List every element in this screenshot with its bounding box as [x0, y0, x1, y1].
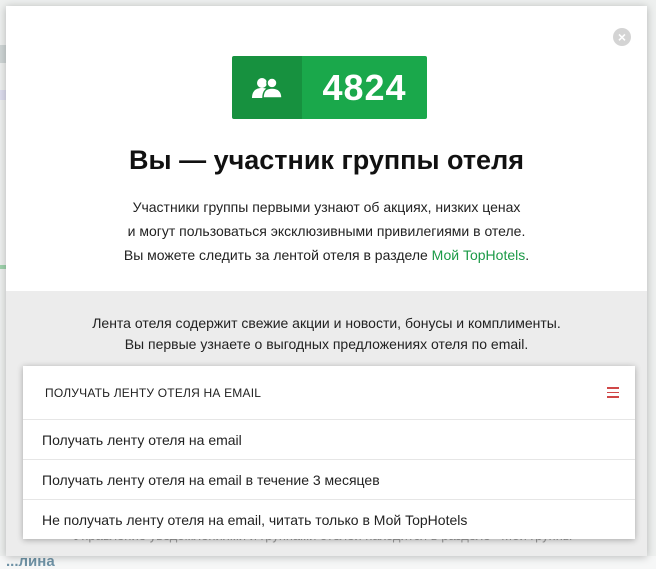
group-users-icon-svg [252, 76, 283, 99]
description-line: Участники группы первыми узнают об акция… [132, 199, 521, 215]
close-icon[interactable]: × [613, 28, 631, 46]
feed-info-line: Лента отеля содержит свежие акции и ново… [92, 315, 561, 331]
dropdown-header-label: ПОЛУЧАТЬ ЛЕНТУ ОТЕЛЯ НА EMAIL [45, 385, 262, 400]
feed-info-text: Лента отеля содержит свежие акции и ново… [6, 313, 647, 355]
modal-description: Участники группы первыми узнают об акция… [6, 195, 647, 267]
description-suffix: . [525, 247, 530, 263]
member-counter: 4824 [232, 56, 427, 119]
description-line: и могут пользоваться эксклюзивными приви… [127, 223, 526, 239]
member-count: 4824 [302, 56, 427, 119]
dropdown-option[interactable]: Не получать ленту отеля на email, читать… [23, 499, 635, 539]
description-line: Вы можете следить за лентой отеля в разд… [6, 243, 647, 267]
dropdown-option[interactable]: Получать ленту отеля на email [23, 419, 635, 459]
group-users-icon [232, 56, 302, 119]
dropdown-header[interactable]: ПОЛУЧАТЬ ЛЕНТУ ОТЕЛЯ НА EMAIL [23, 366, 635, 419]
email-feed-dropdown[interactable]: ПОЛУЧАТЬ ЛЕНТУ ОТЕЛЯ НА EMAIL Получать л… [23, 366, 635, 539]
feed-info-line: Вы первые узнаете о выгодных предложения… [124, 336, 529, 352]
modal-title: Вы — участник группы отеля [129, 145, 524, 175]
group-membership-modal: × 4824 Вы — участник группы отеля Участн… [6, 6, 647, 556]
hamburger-menu-icon[interactable] [607, 387, 619, 398]
description-prefix: Вы можете следить за лентой отеля в разд… [123, 247, 432, 263]
dropdown-option[interactable]: Получать ленту отеля на email в течение … [23, 459, 635, 499]
background-bottom-text: ...лина [0, 556, 656, 569]
my-tophotels-link[interactable]: Мой TopHotels [432, 247, 526, 263]
background-bottom-partial: ...лина [6, 556, 55, 569]
